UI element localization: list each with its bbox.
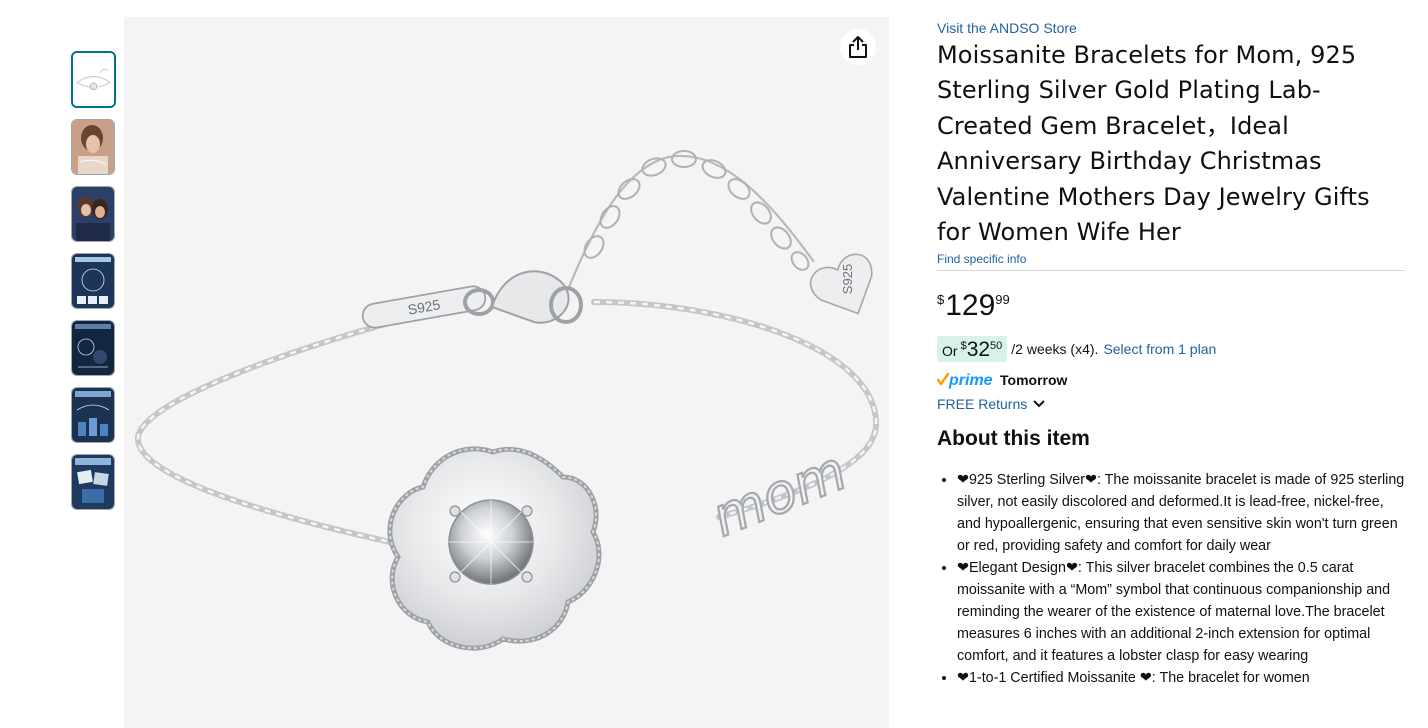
installment-whole: 32 — [966, 338, 991, 362]
price: $ 129 99 — [937, 290, 1405, 324]
thumbnail-5[interactable] — [71, 320, 115, 376]
share-button[interactable] — [840, 29, 876, 65]
list-item: ❤1-to-1 Certified Moissanite ❤: The brac… — [957, 667, 1405, 689]
thumbnail-6[interactable] — [71, 387, 115, 443]
prime-delivery: prime Tomorrow — [937, 371, 1405, 389]
prime-label: prime — [948, 372, 993, 389]
thumbnail-2-image — [72, 120, 114, 174]
free-returns-link[interactable]: FREE Returns — [937, 394, 1405, 414]
thumbnail-1-image — [73, 53, 114, 106]
thumbnail-5-image — [72, 321, 114, 375]
delivery-day: Tomorrow — [1000, 372, 1068, 389]
main-product-image[interactable]: S925 S925 mom — [124, 17, 889, 728]
installment-row: Or $ 32 50 /2 weeks (x4). Select from 1 … — [937, 336, 1405, 363]
thumbnail-7[interactable] — [71, 454, 115, 510]
find-specific-info-link[interactable]: Find specific info — [937, 251, 1405, 267]
mom-charm: mom — [703, 439, 855, 549]
installment-terms: /2 weeks (x4). — [1011, 341, 1099, 358]
share-icon — [849, 36, 867, 58]
thumbnail-3[interactable] — [71, 186, 115, 242]
store-link[interactable]: Visit the ANDSO Store — [937, 18, 1405, 38]
thumbnail-1[interactable] — [71, 51, 116, 108]
installment-badge: Or $ 32 50 — [937, 336, 1008, 363]
product-title: Moissanite Bracelets for Mom, 925 Sterli… — [937, 41, 1370, 247]
price-whole: 129 — [945, 289, 996, 323]
installment-prefix: Or — [942, 343, 958, 360]
price-symbol: $ — [937, 292, 945, 308]
heart-tag-engraving: S925 — [840, 264, 855, 294]
price-fraction: 99 — [995, 292, 1010, 308]
thumbnail-strip — [71, 51, 117, 521]
about-heading: About this item — [937, 427, 1090, 451]
free-returns-label: FREE Returns — [937, 396, 1028, 413]
thumbnail-3-image — [72, 187, 114, 241]
list-item: ❤925 Sterling Silver❤: The moissanite br… — [957, 469, 1405, 557]
bracelet-image: S925 S925 mom — [135, 150, 880, 651]
chevron-down-icon — [1033, 400, 1045, 408]
installment-fraction: 50 — [990, 340, 1003, 353]
feature-bullets: ❤925 Sterling Silver❤: The moissanite br… — [937, 469, 1405, 689]
thumbnail-7-image — [72, 455, 114, 509]
prime-logo-icon: prime — [937, 372, 993, 389]
thumbnail-6-image — [72, 388, 114, 442]
thumbnail-4-image — [72, 254, 114, 308]
divider — [937, 270, 1405, 272]
product-info: Visit the ANDSO Store Moissanite Bracele… — [937, 18, 1405, 689]
list-item: ❤Elegant Design❤: This silver bracelet c… — [957, 557, 1405, 667]
thumbnail-2[interactable] — [71, 119, 115, 175]
select-plan-link[interactable]: Select from 1 plan — [1103, 341, 1216, 357]
thumbnail-4[interactable] — [71, 253, 115, 309]
